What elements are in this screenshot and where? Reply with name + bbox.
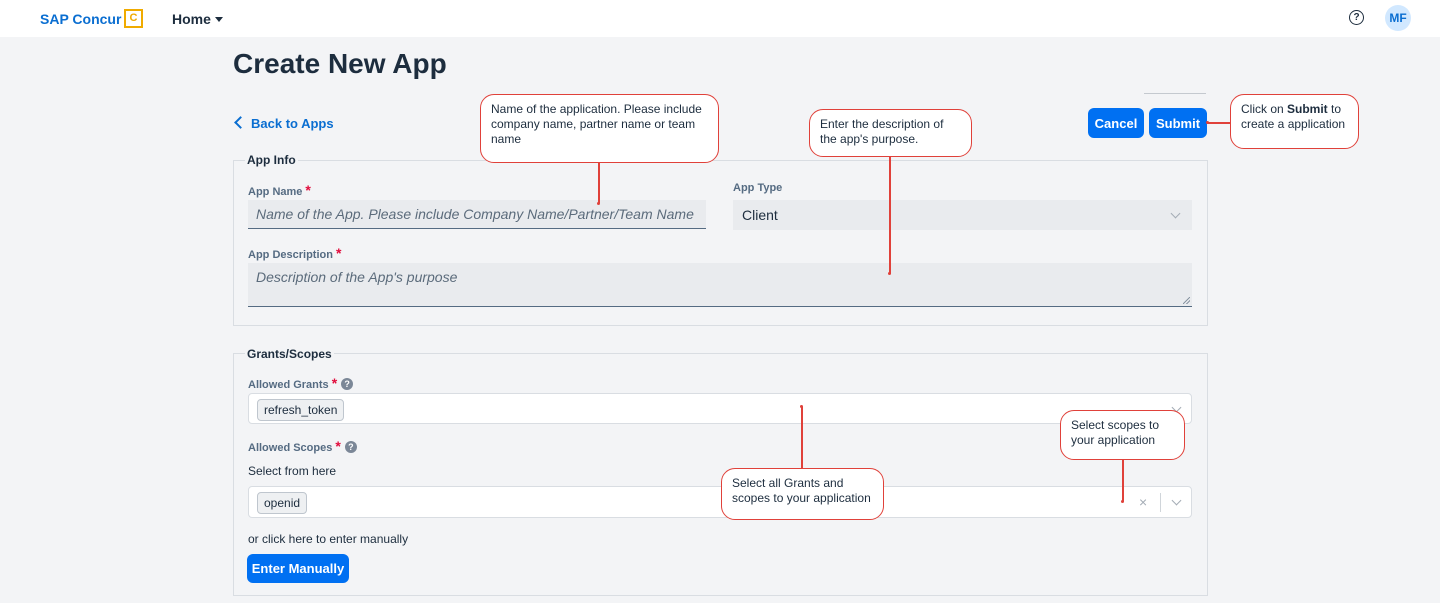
callout-line xyxy=(1122,460,1124,502)
callout-scopes: Select scopes to your application xyxy=(1060,410,1185,460)
grant-chip[interactable]: refresh_token xyxy=(257,399,345,421)
callout-submit-bold: Submit xyxy=(1287,102,1328,116)
callout-line xyxy=(889,157,891,274)
callout-app-description: Enter the description of the app's purpo… xyxy=(809,109,972,157)
app-name-label: App Name * xyxy=(248,182,311,198)
info-circle-icon[interactable]: ? xyxy=(344,441,357,453)
home-menu[interactable]: Home xyxy=(172,11,211,27)
clear-icon[interactable]: × xyxy=(1139,494,1147,510)
callout-submit: Click on Submit to create a application xyxy=(1230,94,1359,149)
enter-manually-button[interactable]: Enter Manually xyxy=(247,554,349,583)
resize-grip-icon[interactable] xyxy=(1183,297,1190,304)
allowed-scopes-label: Allowed Scopes *? xyxy=(248,438,357,454)
required-mark: * xyxy=(335,245,342,261)
scope-chip[interactable]: openid xyxy=(257,492,308,514)
allowed-scopes-label-text: Allowed Scopes xyxy=(248,442,333,454)
app-type-label: App Type xyxy=(733,182,783,194)
app-type-select[interactable]: Client xyxy=(733,200,1192,230)
callout-line xyxy=(598,163,600,203)
brand-logo-icon: C xyxy=(124,9,143,28)
required-mark: * xyxy=(305,182,311,198)
app-info-legend: App Info xyxy=(245,153,298,167)
back-label: Back to Apps xyxy=(251,116,334,131)
chevron-down-icon xyxy=(1170,208,1181,219)
app-name-label-text: App Name xyxy=(248,186,303,198)
callout-dot xyxy=(1121,500,1124,503)
app-description-placeholder: Description of the App's purpose xyxy=(256,269,458,285)
chevron-down-icon[interactable] xyxy=(1171,495,1182,506)
select-from-here-text: Select from here xyxy=(248,464,337,478)
callout-submit-text: Click on xyxy=(1241,102,1288,116)
app-description-label: App Description * xyxy=(248,245,341,261)
submit-button[interactable]: Submit xyxy=(1149,108,1207,138)
manual-hint-text: or click here to enter manually xyxy=(248,532,409,546)
grants-scopes-section xyxy=(233,353,1208,596)
allowed-grants-label: Allowed Grants *? xyxy=(248,375,354,391)
callout-dot xyxy=(597,202,600,205)
app-description-label-text: App Description xyxy=(248,249,333,261)
allowed-scopes-select[interactable]: openid × xyxy=(248,486,1192,518)
callout-line xyxy=(801,407,803,468)
chevron-down-icon[interactable] xyxy=(215,17,223,22)
callout-grants-scopes: Select all Grants and scopes to your app… xyxy=(721,468,884,520)
required-mark: * xyxy=(335,438,341,454)
app-description-textarea[interactable]: Description of the App's purpose xyxy=(248,263,1192,307)
cancel-button[interactable]: Cancel xyxy=(1088,108,1144,138)
divider xyxy=(1144,93,1206,94)
callout-line xyxy=(1207,122,1230,124)
allowed-grants-select[interactable]: refresh_token xyxy=(248,393,1192,424)
page-title: Create New App xyxy=(233,48,447,79)
brand-name[interactable]: SAP Concur xyxy=(40,11,121,27)
back-to-apps-link[interactable]: Back to Apps xyxy=(234,116,334,131)
required-mark: * xyxy=(331,375,338,391)
app-type-value: Client xyxy=(742,207,778,223)
info-circle-icon[interactable]: ? xyxy=(341,378,354,390)
app-name-input[interactable] xyxy=(248,200,706,229)
callout-app-name: Name of the application. Please include … xyxy=(480,94,719,163)
separator xyxy=(1160,493,1161,512)
callout-dot xyxy=(1206,121,1209,124)
callout-dot xyxy=(800,405,803,408)
back-chevron-icon xyxy=(234,116,247,129)
help-circle-icon[interactable]: ? xyxy=(1349,10,1364,25)
avatar[interactable]: MF xyxy=(1385,5,1411,31)
allowed-grants-label-text: Allowed Grants xyxy=(248,379,329,391)
top-bar: SAP Concur C Home ? MF xyxy=(0,0,1440,37)
grants-scopes-legend: Grants/Scopes xyxy=(245,347,334,361)
callout-dot xyxy=(888,272,891,275)
